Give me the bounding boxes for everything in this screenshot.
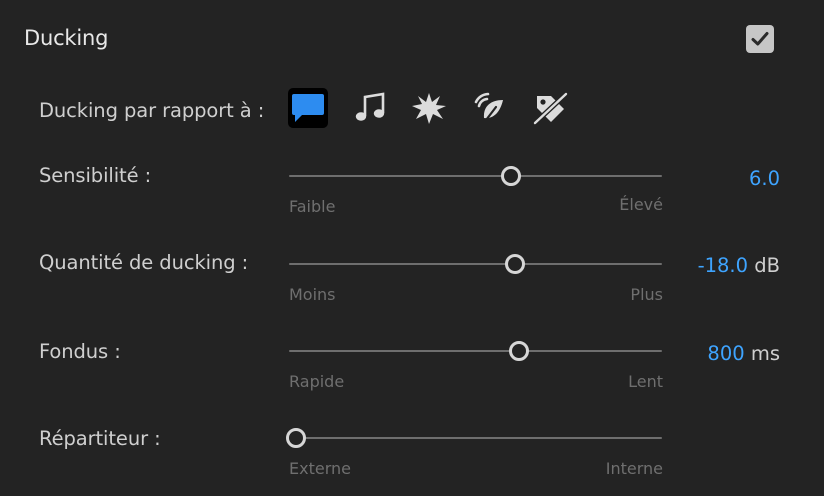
sensitivity-slider[interactable]: [289, 166, 662, 186]
splitter-min-label: Externe: [289, 459, 351, 478]
fades-slider[interactable]: [289, 341, 662, 361]
dialogue-icon: [292, 94, 324, 122]
splitter-label: Répartiteur :: [39, 427, 161, 450]
sensitivity-min-label: Faible: [289, 197, 336, 216]
sensitivity-max-label: Élevé: [619, 195, 663, 214]
sensitivity-label: Sensibilité :: [39, 164, 152, 187]
sfx-icon: [412, 93, 446, 124]
duck-against-dialogue-button[interactable]: [288, 88, 328, 128]
reduce-by-min-label: Moins: [289, 285, 336, 304]
duck-against-label: Ducking par rapport à :: [39, 99, 265, 122]
fades-slider-track: [289, 350, 662, 352]
ducking-panel: Ducking Ducking par rapport à : Sensibil…: [0, 0, 824, 496]
fades-label: Fondus :: [39, 340, 121, 363]
reduce-by-value-number[interactable]: -18.0: [698, 254, 748, 277]
fades-unit: ms: [750, 342, 780, 365]
ambience-icon: [474, 92, 503, 126]
reduce-by-slider-track: [289, 263, 662, 265]
music-icon: [355, 92, 385, 121]
splitter-slider-thumb[interactable]: [286, 428, 306, 448]
sensitivity-value: 6.0: [749, 167, 780, 190]
splitter-slider-track: [289, 437, 662, 439]
checkmark-icon: [751, 32, 769, 46]
fades-value: 800 ms: [707, 342, 780, 365]
sensitivity-value-number[interactable]: 6.0: [749, 167, 780, 190]
reduce-by-unit: dB: [754, 254, 780, 277]
fades-slider-thumb[interactable]: [508, 341, 529, 361]
duck-against-music-button[interactable]: [350, 88, 390, 128]
sensitivity-slider-thumb[interactable]: [501, 166, 522, 186]
sensitivity-slider-track: [289, 175, 662, 177]
fades-min-label: Rapide: [289, 372, 345, 391]
duck-against-untagged-button[interactable]: [530, 88, 570, 128]
fades-max-label: Lent: [628, 372, 663, 391]
ducking-enable-checkbox[interactable]: [746, 25, 774, 53]
reduce-by-slider-thumb[interactable]: [504, 254, 525, 274]
reduce-by-max-label: Plus: [630, 285, 663, 304]
reduce-by-slider[interactable]: [289, 254, 662, 274]
duck-against-ambience-button[interactable]: [469, 88, 509, 128]
duck-against-sfx-button[interactable]: [409, 88, 449, 128]
splitter-slider[interactable]: [286, 428, 662, 448]
splitter-max-label: Interne: [605, 459, 663, 478]
fades-value-number[interactable]: 800: [707, 342, 744, 365]
reduce-by-label: Quantité de ducking :: [39, 251, 249, 274]
section-title: Ducking: [24, 26, 109, 50]
untagged-icon: [533, 92, 568, 125]
reduce-by-value: -18.0 dB: [698, 254, 780, 277]
